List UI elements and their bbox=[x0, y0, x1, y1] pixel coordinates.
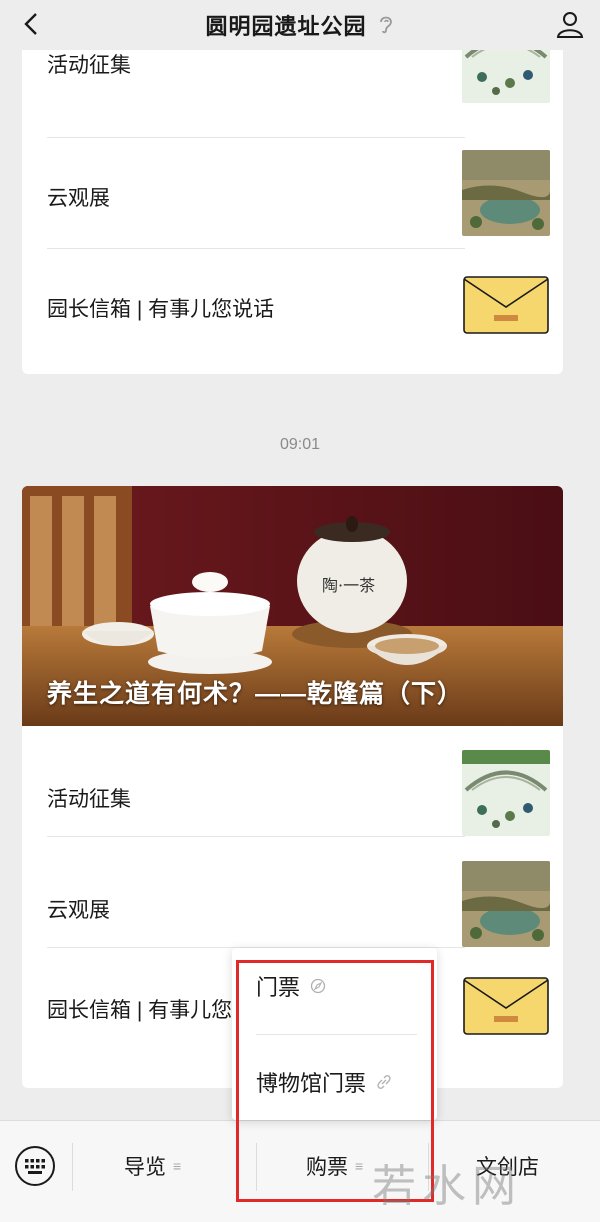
envelope-thumbnail bbox=[463, 977, 549, 1035]
ear-icon bbox=[379, 16, 392, 34]
list-item[interactable]: 云观展 bbox=[22, 837, 563, 948]
list-item[interactable]: 活动征集 bbox=[22, 50, 563, 138]
watermark: 若水网 bbox=[372, 1161, 522, 1212]
bridge-painting-thumbnail bbox=[462, 50, 550, 103]
chevron-left-icon[interactable] bbox=[18, 10, 46, 38]
banner-title: 养生之道有何术？——乾隆篇（下） bbox=[47, 680, 464, 708]
list-item-label: 园长信箱 | 有事儿您说话 bbox=[47, 298, 275, 321]
page-title: 圆明园遗址公园 bbox=[205, 14, 367, 39]
compass-icon bbox=[310, 978, 326, 994]
list-item[interactable]: 园长信箱 | 有事儿您说话 bbox=[22, 249, 563, 374]
landscape-painting-thumbnail bbox=[462, 150, 550, 236]
submenu-item-label: 门票 bbox=[256, 975, 301, 1000]
submenu-item-tickets[interactable]: 门票 bbox=[256, 970, 326, 1002]
menu-tab-tickets[interactable]: 购票 ≡ bbox=[306, 1151, 363, 1181]
bridge-painting-thumbnail bbox=[462, 750, 550, 836]
separator bbox=[72, 1143, 73, 1191]
message-timestamp: 09:01 bbox=[279, 436, 321, 453]
envelope-thumbnail bbox=[463, 276, 549, 334]
list-item[interactable]: 活动征集 bbox=[22, 726, 563, 837]
separator bbox=[256, 1143, 257, 1191]
divider bbox=[256, 1034, 417, 1035]
landscape-painting-thumbnail bbox=[462, 861, 550, 947]
list-item-label: 云观展 bbox=[47, 187, 110, 210]
list-item-label: 活动征集 bbox=[47, 788, 131, 811]
submenu-item-museum-tickets[interactable]: 博物馆门票 bbox=[256, 1066, 392, 1098]
keyboard-icon[interactable] bbox=[14, 1145, 56, 1187]
list-item[interactable]: 云观展 bbox=[22, 138, 563, 249]
list-item-label: 活动征集 bbox=[47, 54, 131, 77]
list-item-label: 云观展 bbox=[47, 899, 110, 922]
person-icon[interactable] bbox=[554, 8, 586, 40]
menu-lines-icon: ≡ bbox=[173, 1158, 182, 1174]
chat-header: 圆明园遗址公园 bbox=[0, 0, 600, 50]
menu-lines-icon: ≡ bbox=[355, 1158, 364, 1174]
menu-tab-label: 导览 bbox=[124, 1156, 166, 1179]
article-card-1: 活动征集 云观展 园长信箱 | 有事儿您说话 bbox=[22, 50, 563, 374]
svg-text:陶·一茶: 陶·一茶 bbox=[322, 576, 375, 595]
menu-tab-label: 购票 bbox=[306, 1156, 348, 1179]
article-banner[interactable]: 陶·一茶 养生之道有何术？——乾隆篇（下） bbox=[22, 486, 563, 726]
submenu-item-label: 博物馆门票 bbox=[256, 1071, 367, 1096]
submenu-popup: 门票 博物馆门票 bbox=[232, 948, 437, 1120]
menu-tab-guide[interactable]: 导览 ≡ bbox=[124, 1151, 181, 1181]
link-icon bbox=[377, 1075, 391, 1089]
